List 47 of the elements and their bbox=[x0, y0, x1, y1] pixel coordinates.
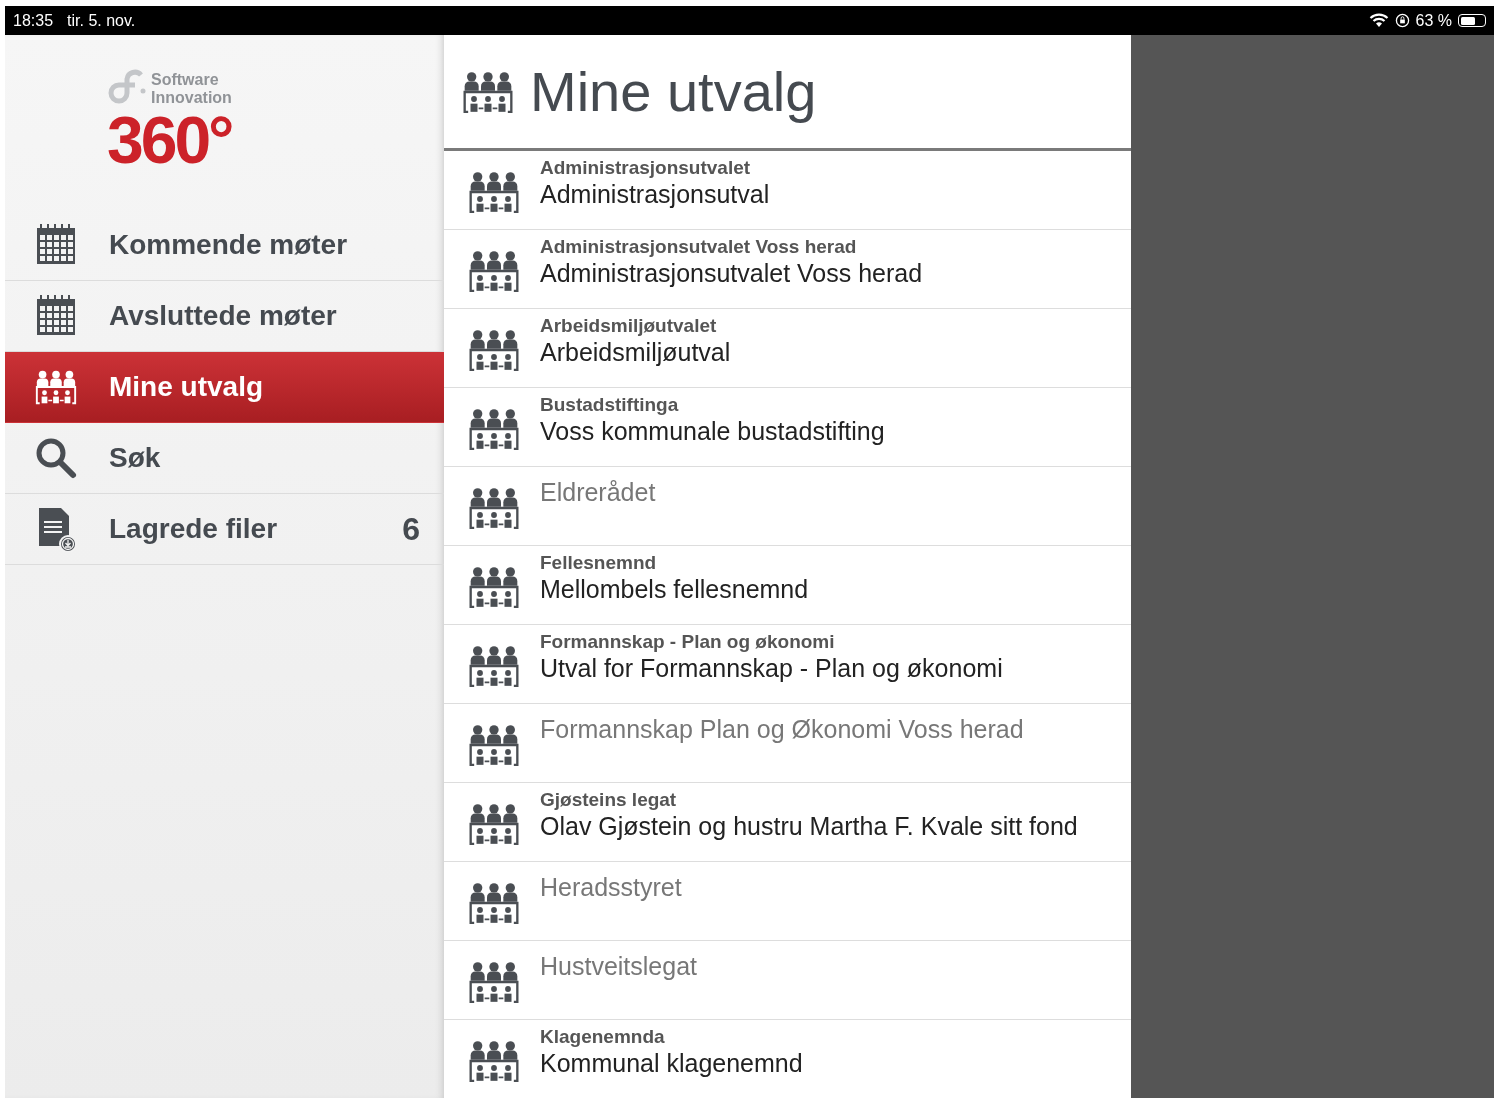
list-item[interactable]: Hustveitslegat bbox=[444, 941, 1131, 1020]
battery-icon bbox=[1458, 14, 1486, 27]
committee-name: Arbeidsmiljøutval bbox=[540, 337, 731, 367]
wifi-icon bbox=[1368, 13, 1389, 28]
committee-code: Administrasjonsutvalet bbox=[540, 157, 752, 179]
committee-name: Heradsstyret bbox=[540, 872, 682, 902]
list-item[interactable]: Formannskap Plan og Økonomi Voss herad bbox=[444, 704, 1131, 783]
rotation-lock-icon bbox=[1394, 13, 1410, 28]
committee-code: Formannskap - Plan og økonomi bbox=[540, 631, 836, 653]
status-date: tir. 5. nov. bbox=[67, 11, 136, 30]
committee-name: Olav Gjøstein og hustru Martha F. Kvale sitt fond bbox=[540, 811, 1078, 841]
sidebar-item[interactable]: Mine utvalg bbox=[5, 352, 444, 423]
list-item[interactable]: Gjøsteins legat Olav Gjøstein og hustru Martha F. Kvale sitt fond bbox=[444, 783, 1131, 862]
list-item[interactable]: Bustadstiftinga Voss kommunale bustadstifting bbox=[444, 388, 1131, 467]
committee-name: Eldrerådet bbox=[540, 477, 656, 507]
committee-name: Mellombels fellesnemnd bbox=[540, 574, 809, 604]
list-item[interactable]: Administrasjonsutvalet Voss herad Administrasjonsutvalet Voss herad bbox=[444, 230, 1131, 309]
committee-name: Formannskap Plan og Økonomi Voss herad bbox=[540, 714, 1024, 744]
list-item[interactable]: Administrasjonsutvalet Administrasjonsutval bbox=[444, 151, 1131, 230]
committee-name: Utval for Formannskap - Plan og økonomi bbox=[540, 653, 1003, 683]
committee-name: Hustveitslegat bbox=[540, 951, 698, 981]
brand-name: Innovation bbox=[151, 89, 232, 107]
committee-code: Gjøsteins legat bbox=[540, 789, 678, 811]
list-item[interactable]: Klagenemnda Kommunal klagenemnd bbox=[444, 1020, 1131, 1098]
committee-name: Voss kommunale bustadstifting bbox=[540, 416, 885, 446]
brand-name: Software bbox=[151, 71, 220, 89]
file-count: 6 bbox=[402, 510, 420, 548]
committee-code: Administrasjonsutvalet Voss herad bbox=[540, 236, 858, 258]
committee-code: Klagenemnda bbox=[540, 1026, 666, 1048]
committee-name: Kommunal klagenemnd bbox=[540, 1048, 803, 1078]
list-item[interactable]: Formannskap - Plan og økonomi Utval for Formannskap - Plan og økonomi bbox=[444, 625, 1131, 704]
list-item[interactable]: Eldrerådet bbox=[444, 467, 1131, 546]
committee-name: Administrasjonsutvalet Voss herad bbox=[540, 258, 923, 288]
page-title: Mine utvalg bbox=[530, 59, 817, 124]
battery-percentage: 63 % bbox=[1415, 11, 1452, 30]
sidebar-item[interactable]: Søk bbox=[5, 423, 444, 494]
sidebar-item[interactable]: Kommende møter bbox=[5, 210, 444, 281]
committee-code: Fellesnemnd bbox=[540, 552, 658, 574]
list-item[interactable]: Heradsstyret bbox=[444, 862, 1131, 941]
list-item[interactable]: Arbeidsmiljøutvalet Arbeidsmiljøutval bbox=[444, 309, 1131, 388]
committee-name: Administrasjonsutval bbox=[540, 179, 770, 209]
product-logo-text: 360° bbox=[107, 109, 233, 171]
sidebar-item[interactable]: Lagrede filer 6 bbox=[5, 494, 444, 565]
committee-code: Arbeidsmiljøutvalet bbox=[540, 315, 718, 337]
list-item[interactable]: Fellesnemnd Mellombels fellesnemnd bbox=[444, 546, 1131, 625]
status-time: 18:35 bbox=[13, 11, 54, 30]
committee-code: Bustadstiftinga bbox=[540, 394, 680, 416]
